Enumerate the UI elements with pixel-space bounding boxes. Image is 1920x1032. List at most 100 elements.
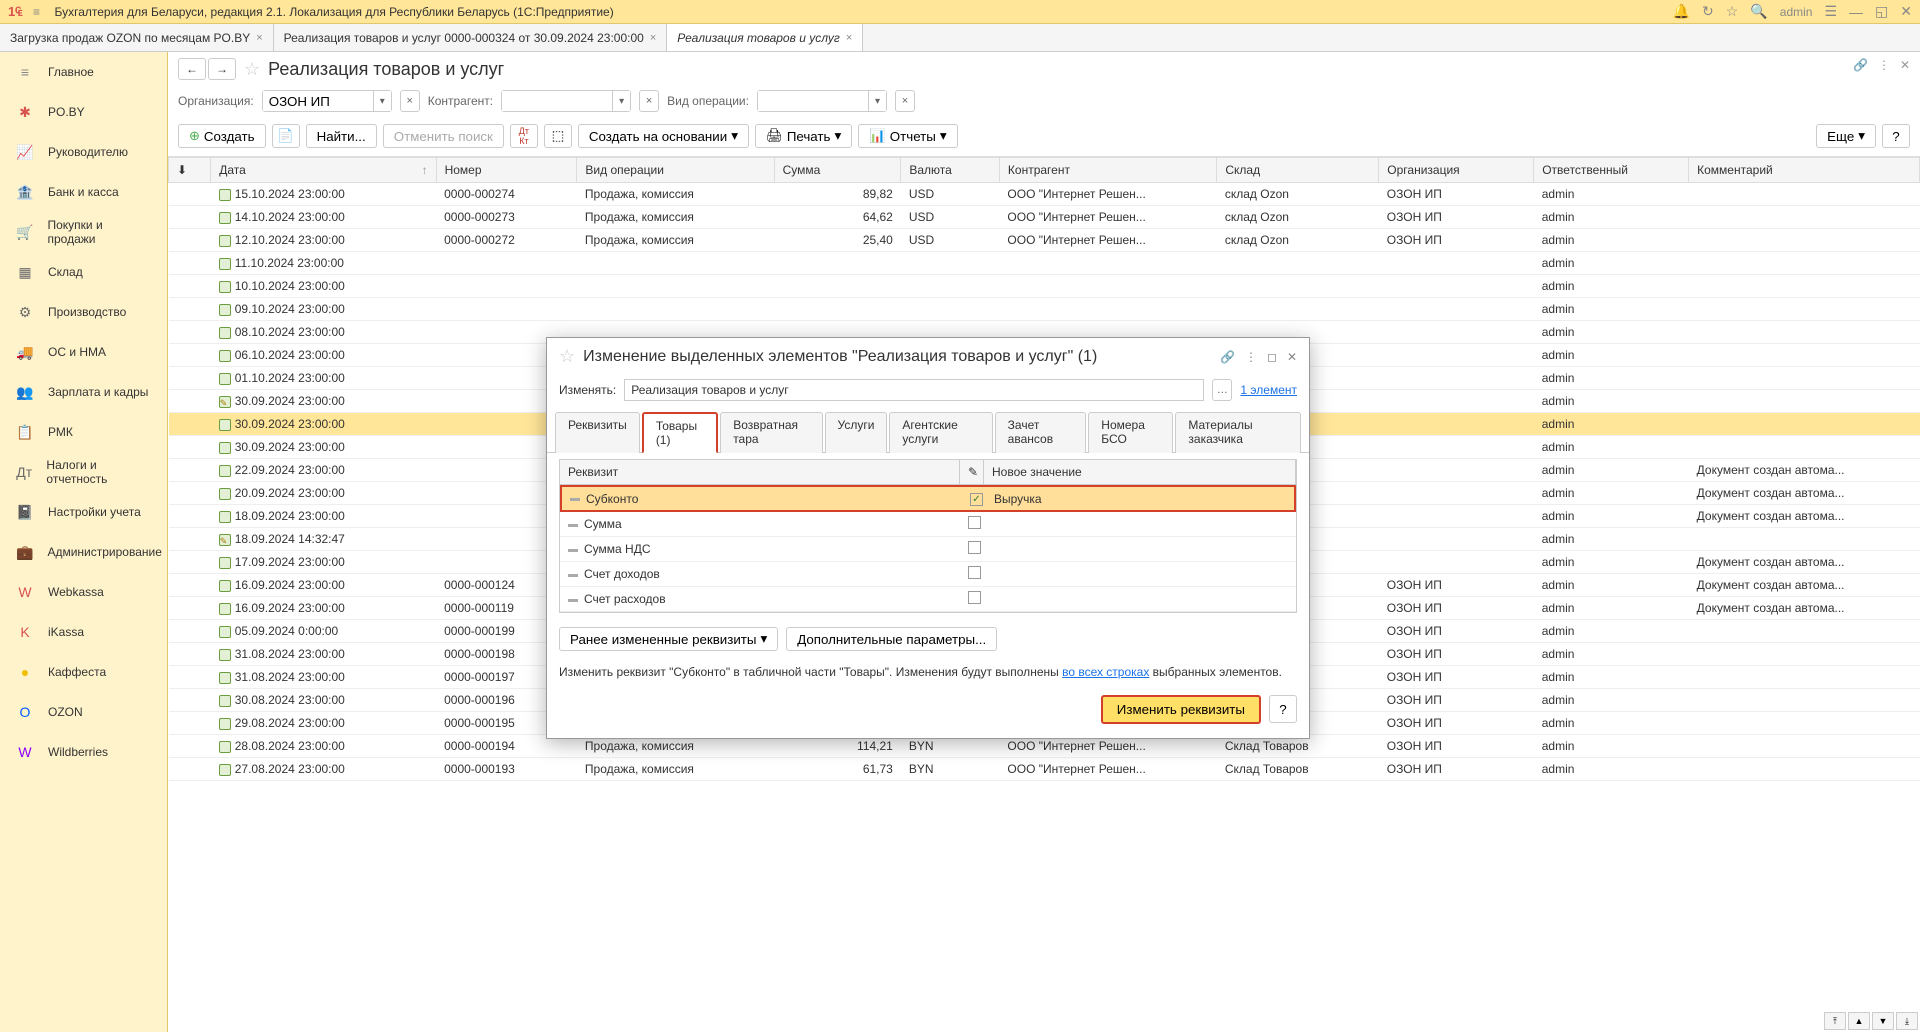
copy-button[interactable]: 📄: [272, 124, 300, 148]
modal-tab[interactable]: Услуги: [825, 412, 888, 453]
favorite-icon[interactable]: ☆: [244, 59, 260, 80]
cancel-search-button[interactable]: Отменить поиск: [383, 124, 504, 148]
table[interactable]: ⬇Дата ↑НомерВид операцииСуммаВалютаКонтр…: [168, 157, 1920, 1032]
org-field[interactable]: ▾: [262, 90, 392, 112]
org-clear-icon[interactable]: ×: [400, 90, 420, 112]
tab[interactable]: Загрузка продаж OZON по месяцам PO.BY×: [0, 24, 274, 51]
print-button[interactable]: 🖨 Печать ▾: [755, 124, 852, 148]
sidebar-item[interactable]: 🚚ОС и НМА: [0, 332, 167, 372]
sidebar-item[interactable]: 🛒Покупки и продажи: [0, 212, 167, 252]
checkbox[interactable]: ✓: [970, 493, 983, 506]
col-icon[interactable]: ⬇: [169, 158, 211, 183]
column-header[interactable]: Контрагент: [999, 158, 1216, 183]
modal-tab[interactable]: Зачет авансов: [995, 412, 1087, 453]
column-header[interactable]: Номер: [436, 158, 577, 183]
sidebar-item[interactable]: ●Каффеста: [0, 652, 167, 692]
sidebar-item[interactable]: ⚙Производство: [0, 292, 167, 332]
oper-field[interactable]: ▾: [757, 90, 887, 112]
scroll-down-icon[interactable]: ▼: [1872, 1012, 1894, 1030]
more-icon[interactable]: ⋮: [1878, 58, 1890, 72]
modal-tab[interactable]: Реквизиты: [555, 412, 640, 453]
sidebar-item[interactable]: ▦Склад: [0, 252, 167, 292]
dtct-button[interactable]: ДтКт: [510, 124, 538, 148]
contr-input[interactable]: [502, 91, 612, 111]
apply-button[interactable]: Изменить реквизиты: [1101, 695, 1261, 724]
table-row[interactable]: 15.10.2024 23:00:00 0000-000274Продажа, …: [169, 183, 1920, 206]
table-row[interactable]: 12.10.2024 23:00:00 0000-000272Продажа, …: [169, 229, 1920, 252]
change-input[interactable]: Реализация товаров и услуг: [624, 379, 1204, 401]
tab-close-icon[interactable]: ×: [846, 32, 852, 44]
help-button[interactable]: ?: [1882, 124, 1910, 148]
close-icon[interactable]: ✕: [1900, 3, 1912, 20]
structure-button[interactable]: ⬚: [544, 124, 572, 148]
modal-help-button[interactable]: ?: [1269, 695, 1297, 723]
table-row[interactable]: 10.10.2024 23:00:00 admin: [169, 275, 1920, 298]
tab[interactable]: Реализация товаров и услуг×: [667, 24, 863, 51]
grid-row[interactable]: ▬Субконто ✓ Выручка: [560, 485, 1296, 512]
close-content-icon[interactable]: ✕: [1900, 58, 1910, 72]
hamburger-icon[interactable]: ≡: [28, 5, 44, 19]
sidebar-item[interactable]: 👥Зарплата и кадры: [0, 372, 167, 412]
reports-button[interactable]: 📊 Отчеты ▾: [858, 124, 957, 148]
link-icon[interactable]: 🔗: [1853, 58, 1868, 72]
sidebar-item[interactable]: KiKassa: [0, 612, 167, 652]
sidebar-item[interactable]: 📋РМК: [0, 412, 167, 452]
sidebar-item[interactable]: OOZON: [0, 692, 167, 732]
column-header[interactable]: Вид операции: [577, 158, 774, 183]
scroll-top-icon[interactable]: ⤒: [1824, 1012, 1846, 1030]
user-label[interactable]: admin: [1780, 5, 1813, 19]
contr-dropdown-icon[interactable]: ▾: [612, 91, 630, 111]
contr-field[interactable]: ▾: [501, 90, 631, 112]
modal-maximize-icon[interactable]: ◻: [1267, 350, 1277, 364]
oper-dropdown-icon[interactable]: ▾: [868, 91, 886, 111]
more-button[interactable]: Еще ▾: [1816, 124, 1876, 148]
modal-tab[interactable]: Товары (1): [642, 412, 718, 453]
search-icon[interactable]: 🔍: [1750, 3, 1767, 20]
sidebar-item[interactable]: 🏦Банк и касса: [0, 172, 167, 212]
modal-tab[interactable]: Номера БСО: [1088, 412, 1173, 453]
sidebar-item[interactable]: ✱PO.BY: [0, 92, 167, 132]
scroll-bottom-icon[interactable]: ⤓: [1896, 1012, 1918, 1030]
column-header[interactable]: Комментарий: [1689, 158, 1920, 183]
sidebar-item[interactable]: 📓Настройки учета: [0, 492, 167, 532]
modal-close-icon[interactable]: ✕: [1287, 350, 1297, 364]
grid-row[interactable]: ▬Сумма НДС: [560, 537, 1296, 562]
modal-more-icon[interactable]: ⋮: [1245, 350, 1257, 364]
column-header[interactable]: Сумма: [774, 158, 901, 183]
modal-tab[interactable]: Возвратная тара: [720, 412, 822, 453]
sidebar-item[interactable]: ≡Главное: [0, 52, 167, 92]
table-row[interactable]: 09.10.2024 23:00:00 admin: [169, 298, 1920, 321]
sidebar-item[interactable]: 📈Руководителю: [0, 132, 167, 172]
star-icon[interactable]: ☆: [1726, 3, 1739, 20]
find-button[interactable]: Найти...: [306, 124, 377, 148]
column-header[interactable]: Ответственный: [1534, 158, 1689, 183]
grid-row[interactable]: ▬Сумма: [560, 512, 1296, 537]
column-header[interactable]: Дата ↑: [211, 158, 436, 183]
modal-link-icon[interactable]: 🔗: [1220, 350, 1235, 364]
checkbox[interactable]: [968, 541, 981, 554]
history-icon[interactable]: ↻: [1702, 3, 1714, 20]
table-row[interactable]: 27.08.2024 23:00:00 0000-000193Продажа, …: [169, 758, 1920, 781]
org-dropdown-icon[interactable]: ▾: [373, 91, 391, 111]
scroll-up-icon[interactable]: ▲: [1848, 1012, 1870, 1030]
modal-tab[interactable]: Материалы заказчика: [1175, 412, 1301, 453]
sidebar-item[interactable]: WWebkassa: [0, 572, 167, 612]
all-rows-link[interactable]: во всех строках: [1062, 665, 1149, 679]
tab-close-icon[interactable]: ×: [256, 32, 262, 44]
minimize-icon[interactable]: —: [1849, 4, 1863, 20]
tab[interactable]: Реализация товаров и услуг 0000-000324 о…: [274, 24, 668, 51]
forward-button[interactable]: →: [208, 58, 236, 80]
grid-row[interactable]: ▬Счет доходов: [560, 562, 1296, 587]
column-header[interactable]: Валюта: [901, 158, 1000, 183]
settings-icon[interactable]: ☰: [1824, 3, 1837, 20]
column-header[interactable]: Склад: [1217, 158, 1379, 183]
restore-icon[interactable]: ◱: [1875, 3, 1888, 20]
checkbox[interactable]: [968, 591, 981, 604]
tab-close-icon[interactable]: ×: [650, 32, 656, 44]
back-button[interactable]: ←: [178, 58, 206, 80]
sidebar-item[interactable]: ДтНалоги и отчетность: [0, 452, 167, 492]
modal-favorite-icon[interactable]: ☆: [559, 346, 575, 367]
oper-clear-icon[interactable]: ×: [895, 90, 915, 112]
oper-input[interactable]: [758, 91, 868, 111]
column-header[interactable]: Организация: [1379, 158, 1534, 183]
